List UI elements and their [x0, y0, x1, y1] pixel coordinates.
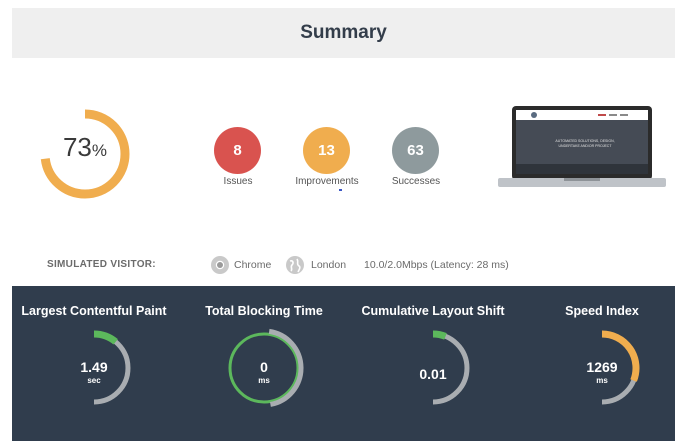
metric-total-blocking-time: Total Blocking Time 0 ms [184, 286, 344, 441]
overall-score-gauge: 73% [35, 104, 135, 204]
gauge-fill [432, 330, 447, 340]
metrics-panel: Largest Contentful Paint 1.49 sec Total … [12, 286, 675, 441]
visitor-location: London [311, 259, 347, 271]
successes-count-badge: 63 [392, 127, 439, 174]
improvements-count-badge: 13 [303, 127, 350, 174]
summary-header: Summary [12, 8, 675, 58]
metric-speed-index: Speed Index 1269 ms [522, 286, 675, 441]
score-value: 73% [35, 132, 135, 163]
metric-title: Cumulative Layout Shift [361, 304, 505, 318]
site-preview-laptop: AUTOMATED SOLUTIONS, DESIGN, UNDERTAKE A… [498, 106, 666, 190]
metric-largest-contentful-paint: Largest Contentful Paint 1.49 sec [14, 286, 174, 441]
successes-label: Successes [391, 176, 441, 187]
page-title: Summary [300, 22, 387, 43]
issues-count: 8 [233, 142, 242, 159]
indicator-dot [339, 189, 342, 191]
metric-value: 0 [260, 359, 268, 375]
metric-value: 1269 [586, 359, 618, 375]
score-number: 73 [62, 132, 92, 162]
gauge-fill [93, 330, 118, 345]
connection-info: 10.0/2.0Mbps (Latency: 28 ms) [364, 259, 509, 271]
metric-unit: ms [596, 376, 608, 385]
chrome-icon [211, 256, 229, 274]
metric-unit: ms [258, 376, 270, 385]
metric-title: Speed Index [565, 304, 639, 318]
globe-icon [286, 256, 304, 274]
browser-name: Chrome [234, 259, 272, 271]
metric-cumulative-layout-shift: Cumulative Layout Shift 0.01 [353, 286, 513, 441]
score-unit: % [91, 141, 108, 160]
laptop-icon [498, 106, 666, 187]
metric-unit: sec [87, 376, 101, 385]
preview-screen-text: AUTOMATED SOLUTIONS, DESIGN, UNDERTAKE A… [555, 139, 615, 148]
metric-value: 1.49 [80, 359, 108, 375]
metric-value: 0.01 [419, 366, 447, 382]
metric-title: Total Blocking Time [205, 304, 323, 318]
improvements-count: 13 [318, 142, 335, 159]
simulated-visitor-label: SIMULATED VISITOR: [47, 259, 156, 270]
issues-count-badge: 8 [214, 127, 261, 174]
successes-count: 63 [407, 142, 424, 159]
metric-title: Largest Contentful Paint [21, 304, 167, 318]
simulated-visitor-row: SIMULATED VISITOR: Chrome London 10.0/2.… [0, 251, 675, 279]
